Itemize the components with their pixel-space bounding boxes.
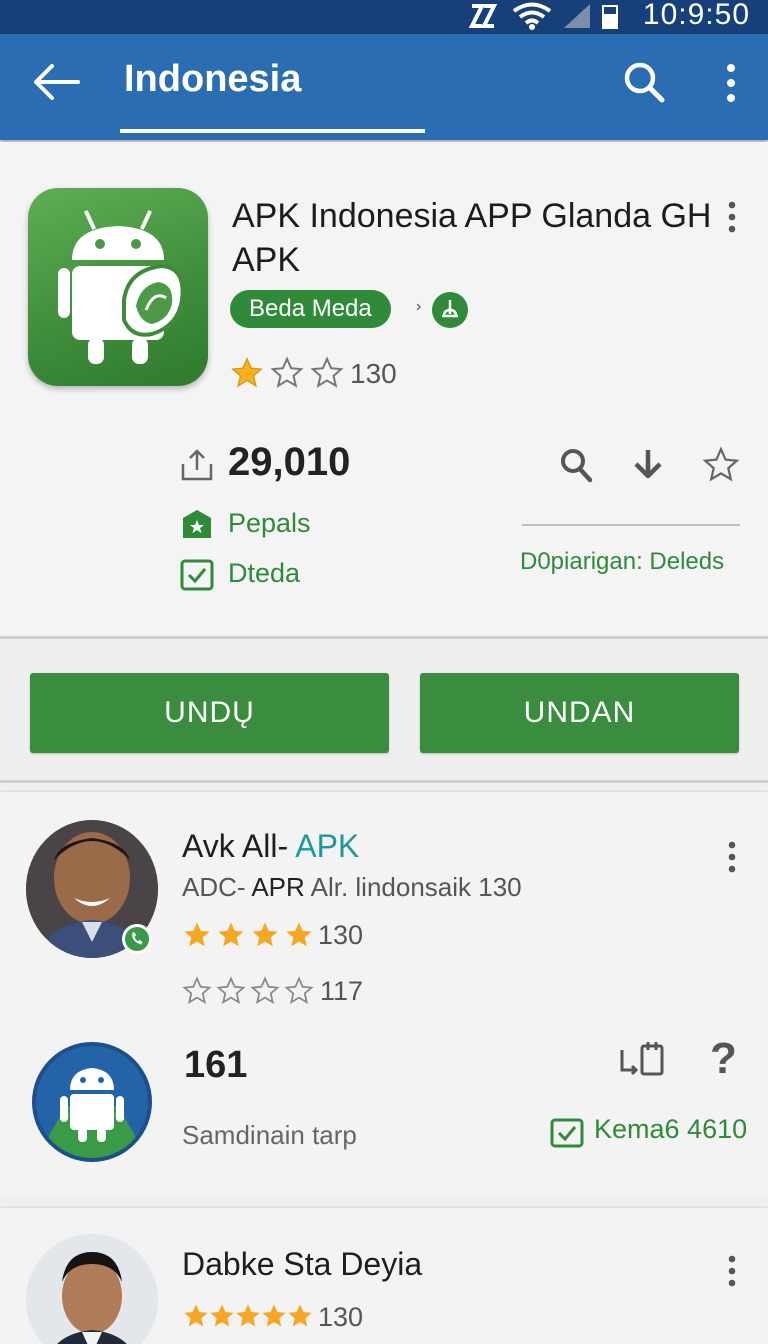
more-vert-icon[interactable]	[722, 1254, 742, 1288]
list-item[interactable]: Dabke Sta Deyia 130	[0, 1208, 768, 1344]
search-icon[interactable]	[558, 446, 594, 484]
download-icon[interactable]	[630, 446, 666, 484]
status-bar: 10:9:50	[0, 0, 768, 34]
featured-app-card[interactable]: APK Indonesia APP Glanda GH APK Beda Med…	[0, 142, 768, 638]
sync-icon[interactable]	[618, 1040, 666, 1078]
star-filled-icon	[288, 1304, 312, 1327]
signal-icon	[564, 4, 590, 28]
star-filled-icon	[286, 922, 312, 947]
tag-secondary: Dteda	[228, 558, 301, 588]
active-tab-indicator	[120, 129, 425, 133]
rating-count: 130	[318, 920, 364, 950]
chevron-right-icon: ›	[416, 298, 422, 315]
more-vert-icon[interactable]	[722, 200, 742, 234]
back-arrow-icon[interactable]	[30, 60, 82, 104]
star-outline-icon	[284, 976, 314, 1005]
battery-icon	[602, 5, 618, 29]
star-outline-icon	[182, 976, 212, 1005]
list-item-count: 161	[184, 1044, 248, 1086]
list-item-tag: Kema6 4610	[594, 1114, 748, 1144]
star-filled-icon	[184, 1304, 208, 1327]
rating-count: 117	[320, 976, 364, 1006]
wifi-icon	[512, 2, 552, 30]
category-pill[interactable]: Beda Meda	[230, 290, 391, 328]
star-outline-icon[interactable]	[702, 446, 740, 484]
app-bar: Indonesia	[0, 34, 768, 140]
star-filled-icon	[252, 922, 278, 947]
phone-badge-icon	[122, 924, 152, 954]
checkbox-icon	[550, 1118, 584, 1148]
star-filled-icon	[236, 1304, 260, 1327]
search-icon[interactable]	[620, 58, 668, 106]
list-item-meta: Samdinain tarp	[182, 1120, 357, 1150]
more-vert-icon[interactable]	[722, 840, 742, 874]
rating-count: 130	[350, 358, 397, 389]
nfc-icon	[468, 4, 498, 28]
person-photo	[26, 1234, 158, 1344]
developer-label[interactable]: D0piarigan: Deleds	[520, 548, 724, 576]
list-item-subtitle: ADC- APR Alr. lindonsaik 130	[182, 872, 522, 902]
divider	[0, 780, 768, 783]
list-item[interactable]: Avk All- APK ADC- APR Alr. lindonsaik 13…	[0, 792, 768, 1196]
list-item-title[interactable]: Avk All- APK	[182, 828, 359, 865]
android-icon	[36, 1068, 148, 1158]
app-title[interactable]: APK Indonesia APP Glanda GH APK	[232, 194, 712, 282]
checkbox-icon	[180, 559, 214, 591]
shield-star-icon	[183, 510, 211, 538]
star-filled-icon	[231, 357, 263, 388]
more-vert-icon[interactable]	[720, 62, 742, 104]
star-outline-icon	[250, 976, 280, 1005]
star-outline-icon	[216, 976, 246, 1005]
star-outline-icon	[310, 356, 344, 388]
star-filled-icon	[218, 922, 244, 947]
badge-icon[interactable]	[432, 292, 468, 328]
star-outline-icon	[270, 356, 304, 388]
share-icon	[181, 449, 213, 481]
star-filled-icon	[262, 1304, 286, 1327]
status-time: 10:9:50	[642, 0, 750, 31]
star-filled-icon	[184, 922, 210, 947]
divider	[522, 524, 740, 526]
android-app-icon[interactable]	[32, 1042, 152, 1162]
tag-primary: Pepals	[228, 508, 311, 538]
page-title: Indonesia	[124, 58, 302, 100]
download-count: 29,010	[228, 440, 351, 484]
download-button[interactable]: UNDAN	[420, 673, 739, 753]
rating-count: 130	[318, 1302, 364, 1332]
install-button[interactable]: UNDŲ	[30, 673, 389, 753]
help-icon[interactable]: ?	[710, 1034, 737, 1084]
star-filled-icon	[210, 1304, 234, 1327]
android-app-icon[interactable]	[28, 188, 208, 386]
list-item-title[interactable]: Dabke Sta Deyia	[182, 1246, 422, 1283]
avatar[interactable]	[26, 1234, 158, 1344]
divider	[0, 636, 768, 639]
